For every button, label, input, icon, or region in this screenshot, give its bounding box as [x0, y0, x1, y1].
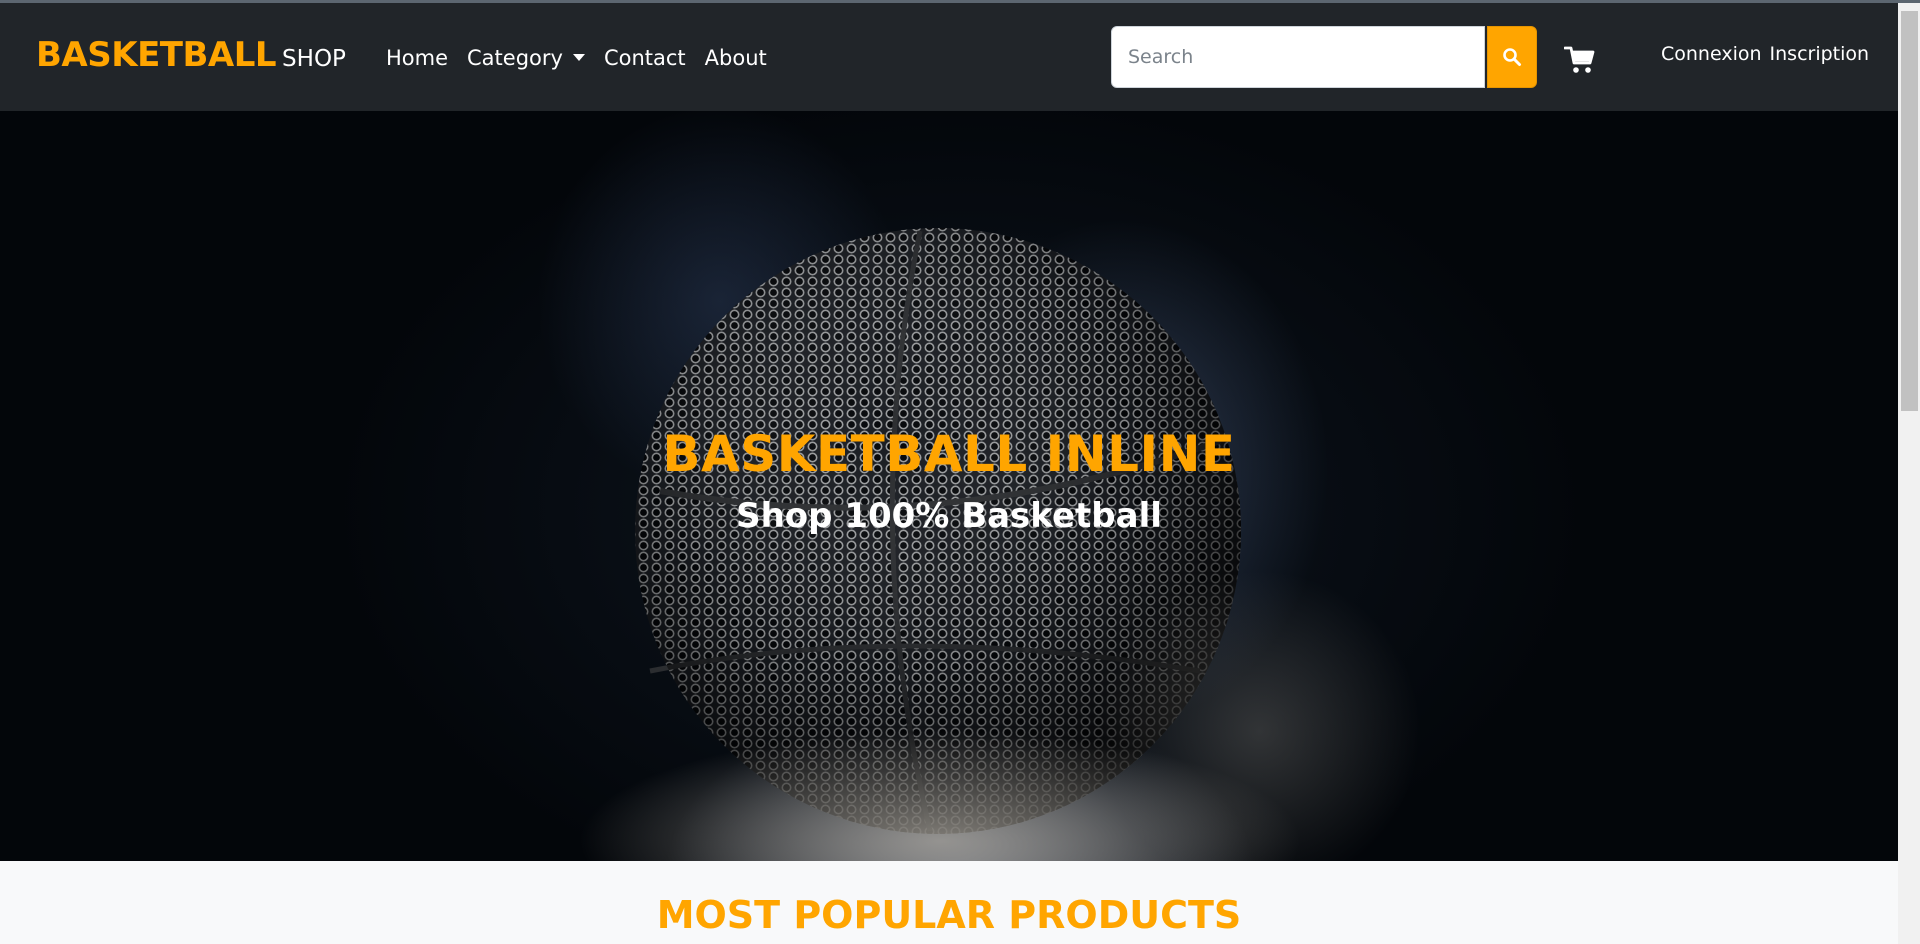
- cart-icon: [1563, 46, 1595, 73]
- search-icon: [1503, 48, 1521, 66]
- nav-category-label: Category: [467, 46, 563, 70]
- brand-name: BASKETBALL: [36, 35, 277, 75]
- hero-title: BASKETBALL INLINE: [662, 425, 1236, 483]
- popular-products-section: MOST POPULAR PRODUCTS: [0, 861, 1898, 944]
- chevron-down-icon: [572, 54, 585, 61]
- brand-logo[interactable]: BASKETBALL SHOP: [36, 35, 346, 75]
- basketball-hero-image: [580, 228, 1420, 861]
- brand-suffix: SHOP: [282, 46, 346, 72]
- nav-about[interactable]: About: [705, 46, 767, 70]
- main-nav: Home Category Contact About: [386, 46, 767, 70]
- navbar: BASKETBALL SHOP Home Category Contact Abo…: [0, 3, 1898, 111]
- search-input[interactable]: [1111, 26, 1485, 88]
- section-title: MOST POPULAR PRODUCTS: [656, 893, 1242, 937]
- hero-banner: BASKETBALL INLINE Shop 100% Basketball: [0, 111, 1898, 861]
- auth-links: Connexion Inscription: [1661, 43, 1869, 65]
- scrollbar-thumb[interactable]: [1901, 11, 1918, 411]
- register-link[interactable]: Inscription: [1770, 43, 1870, 65]
- login-link[interactable]: Connexion: [1661, 43, 1762, 65]
- cart-button[interactable]: [1563, 45, 1596, 75]
- hero-subtitle: Shop 100% Basketball: [736, 496, 1162, 536]
- search-button[interactable]: [1487, 26, 1537, 88]
- nav-home[interactable]: Home: [386, 46, 448, 70]
- nav-category-dropdown[interactable]: Category: [467, 46, 585, 70]
- nav-contact[interactable]: Contact: [604, 46, 686, 70]
